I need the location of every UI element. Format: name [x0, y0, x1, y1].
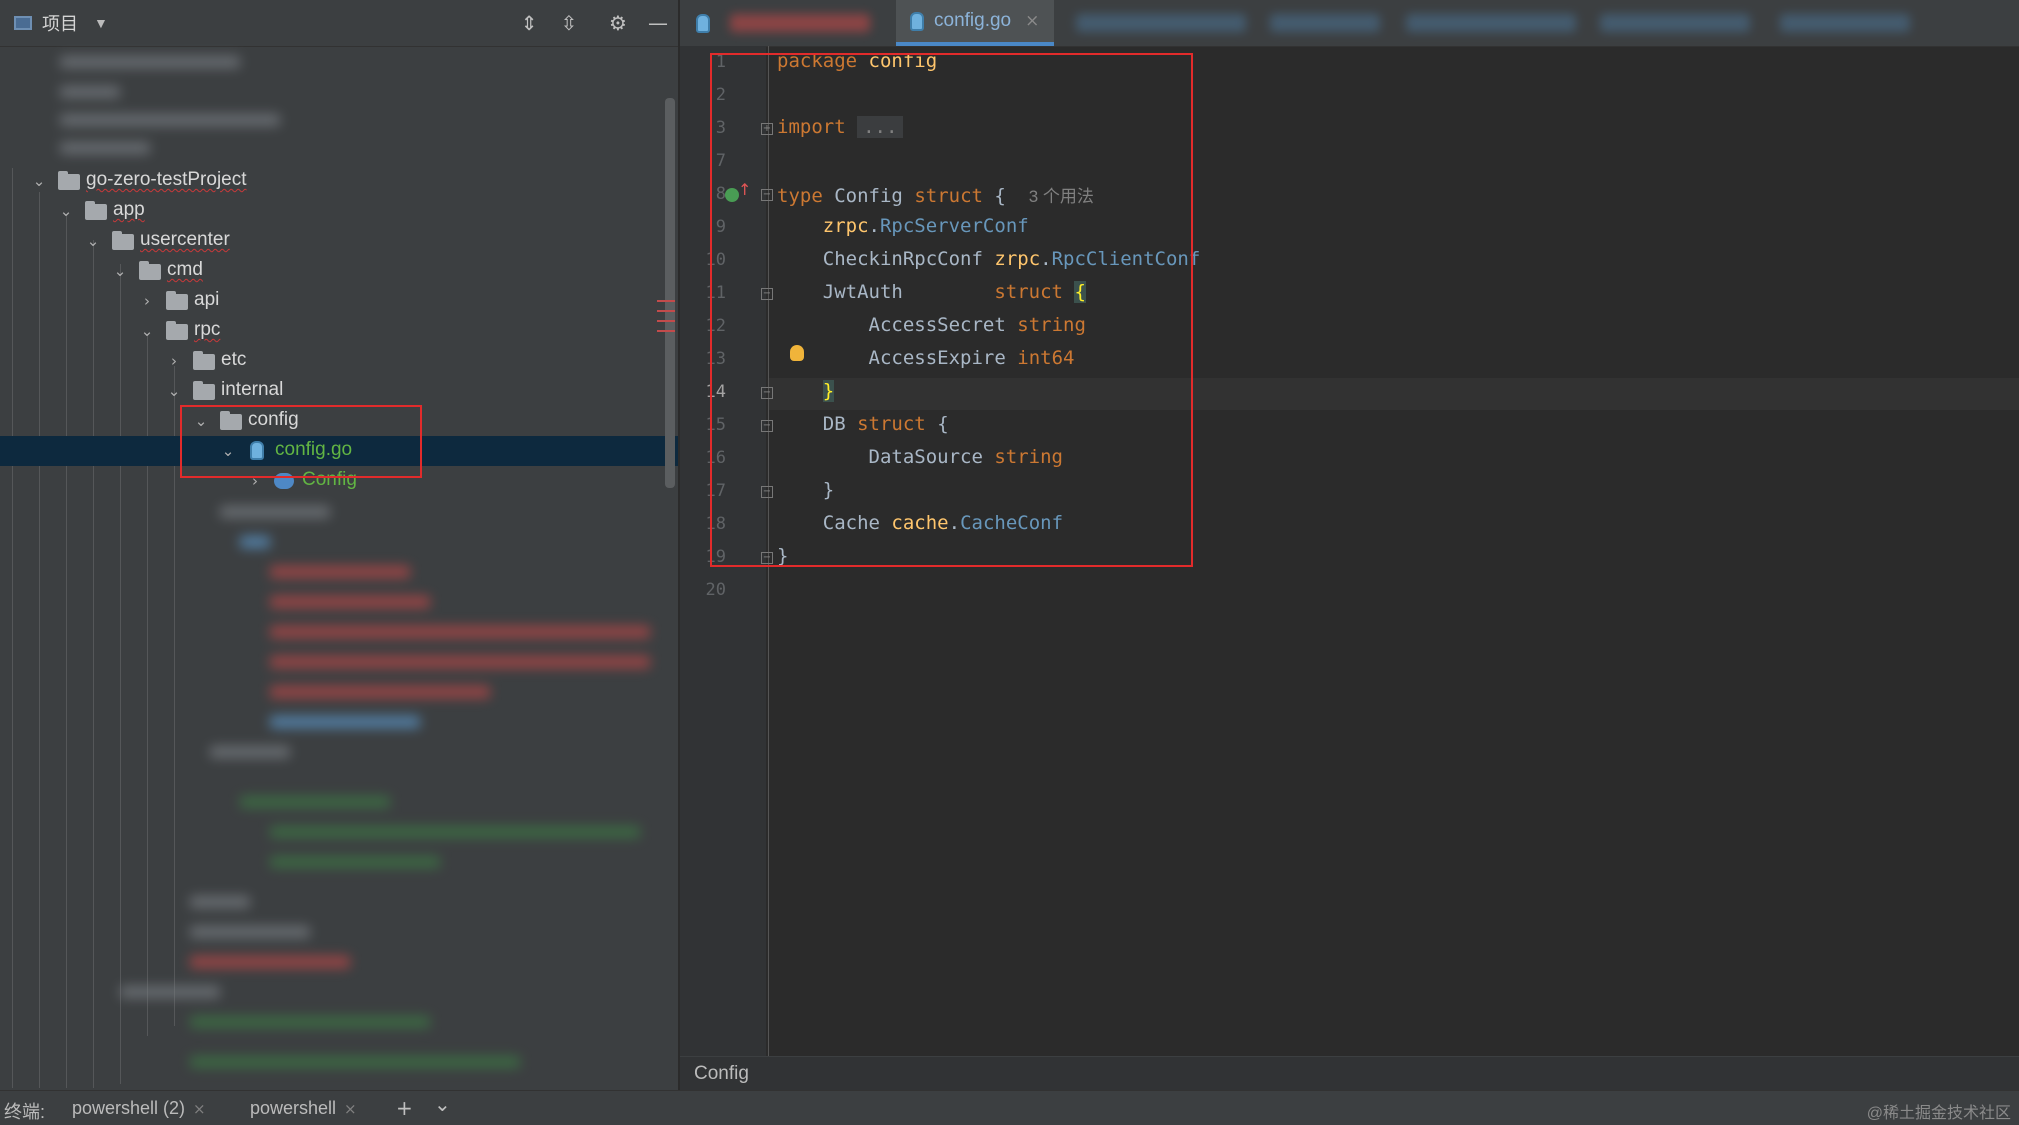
highlight-box-code — [710, 53, 1193, 567]
breadcrumb[interactable]: Config — [694, 1063, 749, 1085]
blurred-tree-rows-bottom — [120, 496, 660, 1086]
add-terminal-icon[interactable]: + — [396, 1096, 413, 1120]
tree-item-etc[interactable]: › etc — [0, 346, 678, 376]
project-panel-toolbar: 项目 ▼ ⇕ ⇳ ⚙ — — [0, 0, 678, 47]
folder-icon — [166, 321, 188, 340]
chevron-down-icon[interactable]: ⌄ — [138, 322, 156, 340]
folder-icon — [193, 351, 215, 370]
chevron-down-icon[interactable]: ⌄ — [165, 382, 183, 400]
tree-item-label: usercenter — [140, 229, 230, 250]
chevron-down-icon[interactable]: ⌄ — [57, 202, 75, 220]
chevron-down-icon[interactable]: ⌄ — [111, 262, 129, 280]
terminal-tab-powershell[interactable]: powershell × — [250, 1098, 357, 1119]
close-icon[interactable]: × — [1025, 11, 1039, 31]
tree-item-label: api — [194, 289, 220, 310]
project-tree: ⌄ go-zero-testProject ⌄ app ⌄ usercenter… — [0, 46, 678, 1090]
tree-item-label: app — [113, 199, 145, 220]
terminal-tab-powershell-2[interactable]: powershell (2) × — [72, 1098, 206, 1119]
folder-icon — [166, 291, 188, 310]
chevron-down-icon[interactable]: ⌄ — [84, 232, 102, 250]
tree-item-usercenter[interactable]: ⌄ usercenter — [0, 226, 678, 256]
breadcrumb-bar: Config — [680, 1056, 2019, 1091]
terminal-tab-label: powershell — [250, 1098, 337, 1118]
project-panel-scrollbar[interactable] — [665, 98, 675, 488]
blurred-tab — [1406, 14, 1576, 32]
terminal-tool-bar: 终端: powershell (2) × powershell × + ⌄ @稀土掘… — [0, 1090, 2019, 1125]
folder-icon — [193, 381, 215, 400]
blurred-tab — [1270, 14, 1380, 32]
project-panel: 项目 ▼ ⇕ ⇳ ⚙ — ⌄ go-zero-testProject ⌄ app… — [0, 0, 678, 1090]
code-editor: config.go × 1 2 3 7 8 9 10 11 12 13 14 1… — [680, 0, 2019, 1091]
tab-label: config.go — [934, 10, 1012, 31]
project-window-icon — [14, 16, 32, 30]
tree-item-label: etc — [221, 349, 247, 370]
chevron-down-icon[interactable]: ⌄ — [434, 1092, 451, 1116]
line-number: 20 — [705, 580, 726, 600]
tree-item-label: go-zero-testProject — [86, 169, 247, 190]
error-stripe-marks — [657, 300, 675, 340]
folder-icon — [85, 201, 107, 220]
tab-config-go[interactable]: config.go × — [896, 0, 1054, 46]
tree-item-label: cmd — [167, 259, 203, 280]
project-panel-title[interactable]: 项目 — [42, 10, 78, 36]
tree-item-cmd[interactable]: ⌄ cmd — [0, 256, 678, 286]
chevron-down-icon[interactable]: ⌄ — [30, 172, 48, 190]
blurred-tree-rows-top — [40, 46, 340, 166]
tree-item-project-root[interactable]: ⌄ go-zero-testProject — [0, 166, 678, 196]
tree-item-rpc[interactable]: ⌄ rpc — [0, 316, 678, 346]
tree-item-label: internal — [221, 379, 284, 400]
folder-icon — [58, 171, 80, 190]
tree-item-app[interactable]: ⌄ app — [0, 196, 678, 226]
expand-all-icon[interactable]: ⇕ — [517, 11, 541, 35]
tree-item-label: rpc — [194, 319, 221, 340]
go-file-icon — [910, 11, 924, 31]
tree-item-internal[interactable]: ⌄ internal — [0, 376, 678, 406]
folder-icon — [112, 231, 134, 250]
go-file-icon — [696, 14, 710, 33]
collapse-all-icon[interactable]: ⇳ — [557, 11, 581, 35]
chevron-right-icon[interactable]: › — [165, 352, 183, 370]
editor-tab-bar: config.go × — [680, 0, 2019, 47]
tree-item-api[interactable]: › api — [0, 286, 678, 316]
terminal-tab-label: powershell (2) — [72, 1098, 186, 1118]
gear-icon[interactable]: ⚙ — [606, 11, 630, 35]
chevron-right-icon[interactable]: › — [138, 292, 156, 310]
close-icon[interactable]: × — [193, 1100, 206, 1118]
blurred-tab — [1076, 14, 1246, 32]
blurred-tab — [1780, 14, 1910, 32]
blurred-tab — [1600, 14, 1750, 32]
highlight-box-tree — [180, 405, 422, 478]
blurred-tab — [730, 14, 870, 32]
watermark: @稀土掘金技术社区 — [1866, 1105, 2011, 1122]
terminal-label: 终端: — [4, 1102, 46, 1122]
minimize-icon[interactable]: — — [646, 11, 670, 35]
chevron-down-icon[interactable]: ▼ — [94, 15, 108, 31]
folder-icon — [139, 261, 161, 280]
close-icon[interactable]: × — [344, 1100, 357, 1118]
